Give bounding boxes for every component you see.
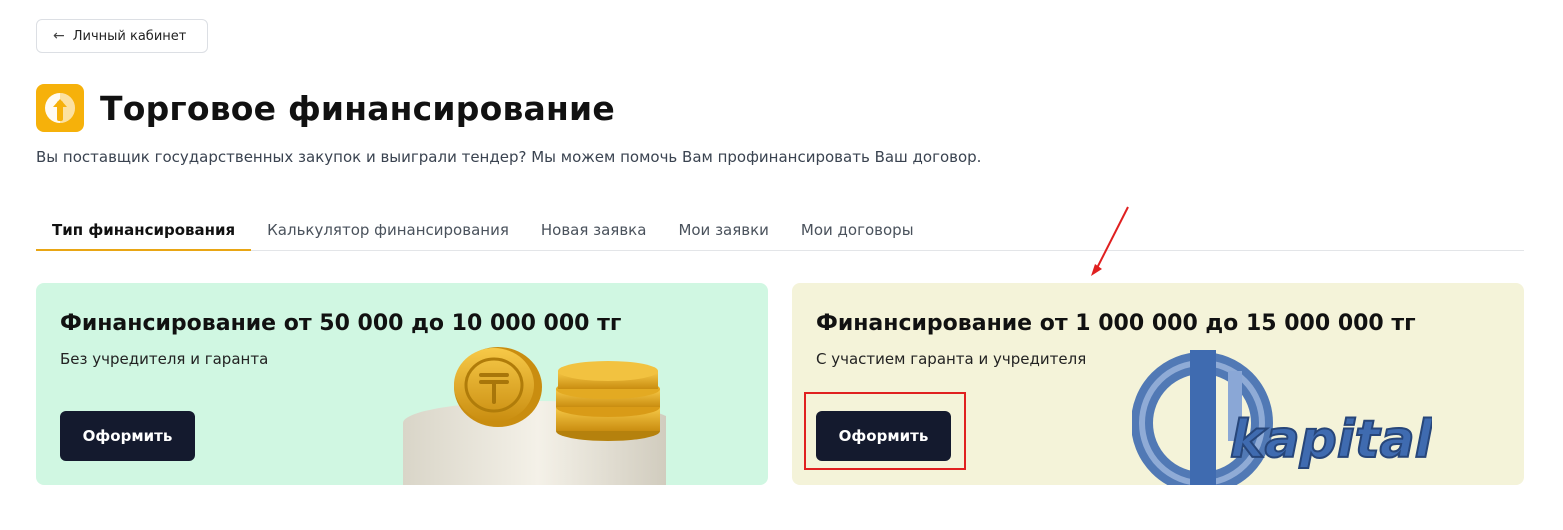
financing-card-with-guarantor: Финансирование от 1 000 000 до 15 000 00… <box>792 283 1524 485</box>
financing-tabs: Тип финансирования Калькулятор финансиро… <box>36 210 1524 251</box>
arrow-left-icon: ← <box>53 28 65 44</box>
card-subtitle: Без учредителя и гаранта <box>60 350 269 368</box>
page-header: Торговое финансирование <box>36 84 615 132</box>
back-button-label: Личный кабинет <box>72 28 187 44</box>
tab-my-applications[interactable]: Мои заявки <box>662 210 784 250</box>
tab-financing-calculator[interactable]: Калькулятор финансирования <box>251 210 525 250</box>
card-title: Финансирование от 1 000 000 до 15 000 00… <box>816 311 1416 336</box>
page-title: Торговое финансирование <box>100 88 615 128</box>
card-subtitle: С участием гаранта и учредителя <box>816 350 1087 368</box>
apply-button[interactable]: Оформить <box>60 411 195 461</box>
kapitalist-watermark-icon: kapitalist <box>1132 350 1432 485</box>
card-title: Финансирование от 50 000 до 10 000 000 т… <box>60 311 622 336</box>
tab-my-contracts[interactable]: Мои договоры <box>785 210 930 250</box>
coins-illustration-icon <box>403 347 666 485</box>
tab-new-application[interactable]: Новая заявка <box>525 210 663 250</box>
apply-button[interactable]: Оформить <box>816 411 951 461</box>
financing-card-without-guarantor: Финансирование от 50 000 до 10 000 000 т… <box>36 283 768 485</box>
tab-financing-type[interactable]: Тип финансирования <box>36 210 252 251</box>
page-subtitle: Вы поставщик государственных закупок и в… <box>36 148 982 166</box>
trade-finance-logo-icon <box>36 84 84 132</box>
back-to-account-button[interactable]: ← Личный кабинет <box>36 19 208 53</box>
watermark-text: kapitalist <box>1230 410 1432 470</box>
